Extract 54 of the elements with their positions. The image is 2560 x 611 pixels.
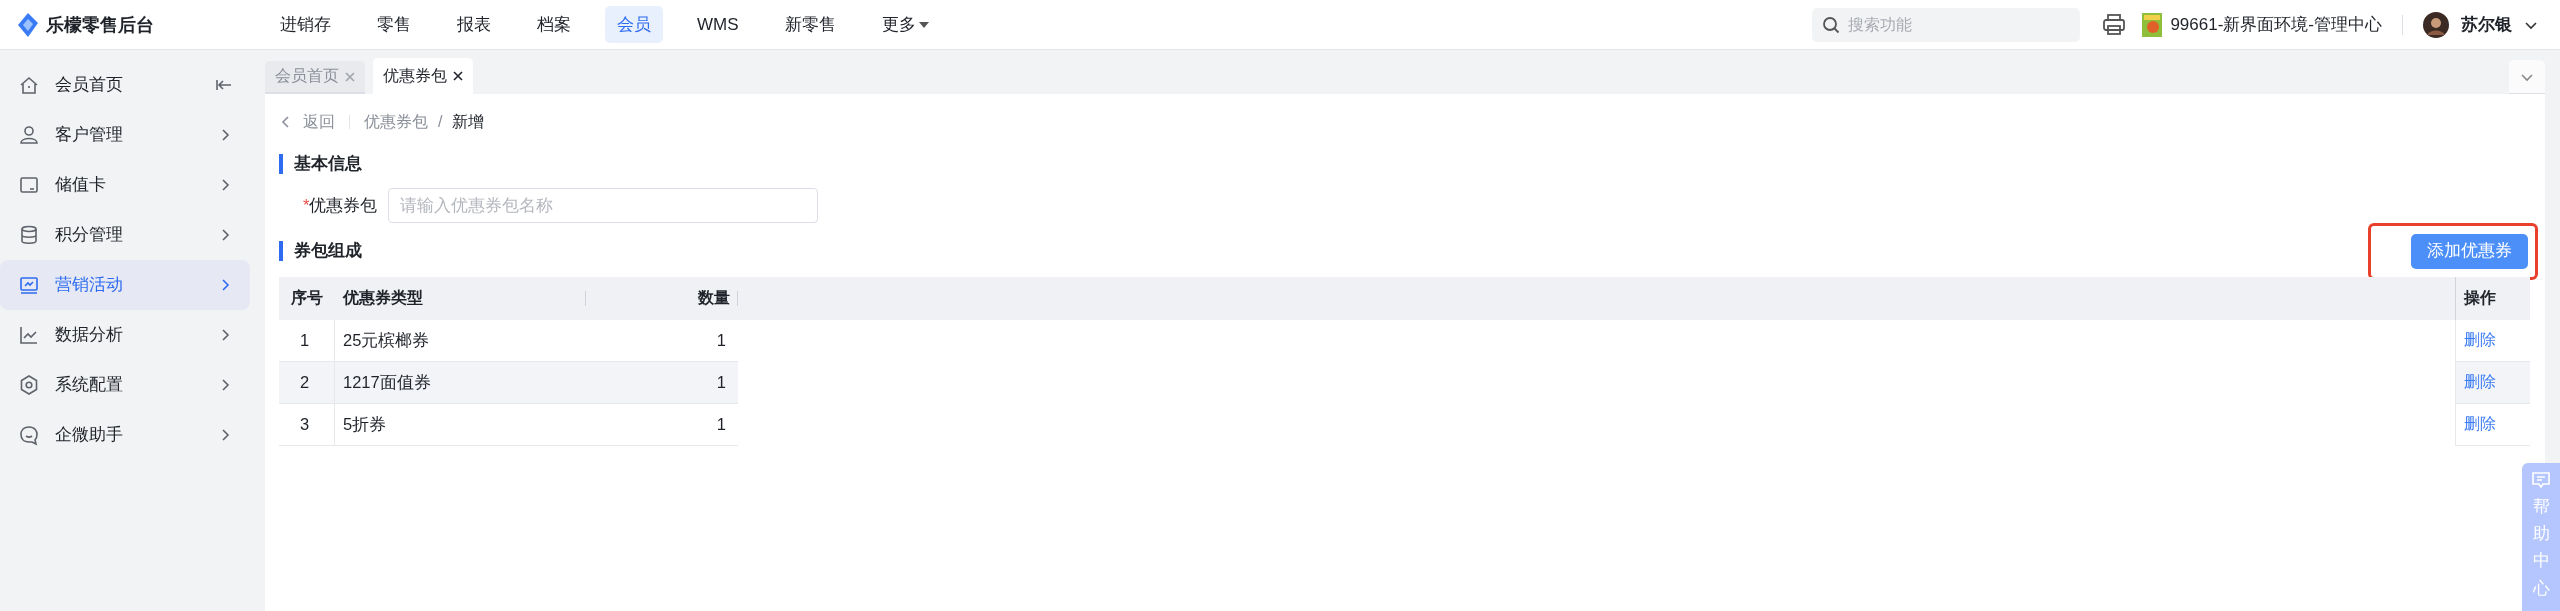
- app-title: 乐檬零售后台: [46, 13, 154, 37]
- chat-icon: [18, 424, 40, 446]
- delete-link[interactable]: 删除: [2464, 330, 2496, 351]
- user-icon: [18, 124, 40, 146]
- search-icon: [1822, 15, 1841, 34]
- gear-icon: [18, 374, 40, 396]
- database-icon: [18, 224, 40, 246]
- column-header: 数量: [586, 277, 738, 320]
- card-icon: [18, 174, 40, 196]
- page-tab[interactable]: 优惠券包: [373, 58, 473, 94]
- nav-item[interactable]: 会员: [605, 6, 663, 43]
- input-field[interactable]: 请输入优惠券包名称: [388, 188, 819, 223]
- logo-icon: [18, 12, 38, 37]
- close-icon[interactable]: [453, 71, 463, 81]
- line-chart-icon: [18, 324, 40, 346]
- table-cell: 1: [279, 320, 335, 362]
- message-icon: [2531, 471, 2551, 489]
- collapse-icon[interactable]: [216, 78, 232, 92]
- nav-item[interactable]: WMS: [685, 7, 751, 42]
- column-header: 序号: [290, 288, 324, 308]
- home-icon: [18, 74, 40, 96]
- table-cell: 2: [279, 362, 335, 404]
- sidebar-item[interactable]: 积分管理: [0, 210, 250, 260]
- user-name[interactable]: 苏尔银: [2461, 13, 2512, 36]
- sidebar-item[interactable]: 客户管理: [0, 110, 250, 160]
- breadcrumb-item: 新增: [452, 111, 485, 132]
- monitor-icon: [18, 274, 40, 296]
- store-name[interactable]: 99661-新界面环境-管理中心: [2170, 13, 2382, 36]
- store-icon: [2142, 12, 2163, 37]
- table-cell: 3: [279, 404, 335, 446]
- sidebar-item[interactable]: 企微助手: [0, 410, 250, 460]
- column-header: 优惠券类型: [335, 277, 586, 320]
- nav-item[interactable]: 新零售: [772, 6, 848, 43]
- section-title: 券包组成: [279, 241, 362, 261]
- nav-item[interactable]: 更多: [869, 6, 942, 43]
- delete-link[interactable]: 删除: [2464, 414, 2496, 435]
- sidebar-item[interactable]: 会员首页: [0, 60, 250, 110]
- search-field[interactable]: 搜索功能: [1812, 7, 2081, 42]
- section-title: 基本信息: [279, 154, 362, 174]
- sidebar-item[interactable]: 营销活动: [0, 260, 250, 310]
- sidebar-item[interactable]: 系统配置: [0, 360, 250, 410]
- delete-link[interactable]: 删除: [2464, 372, 2496, 393]
- nav-item[interactable]: 零售: [365, 6, 423, 43]
- printer-icon[interactable]: [2102, 13, 2127, 36]
- sidebar-item[interactable]: 储值卡: [0, 160, 250, 210]
- nav-item[interactable]: 报表: [445, 6, 503, 43]
- breadcrumb-separator: /: [438, 113, 443, 131]
- nav-item[interactable]: 档案: [525, 6, 583, 43]
- sidebar-item[interactable]: 数据分析: [0, 310, 250, 360]
- table-cell: 1: [586, 362, 738, 404]
- nav-item[interactable]: 进销存: [268, 6, 343, 43]
- table-cell: 1217面值券: [335, 362, 586, 404]
- avatar[interactable]: [2423, 11, 2449, 38]
- field-label: *优惠券包: [303, 194, 378, 216]
